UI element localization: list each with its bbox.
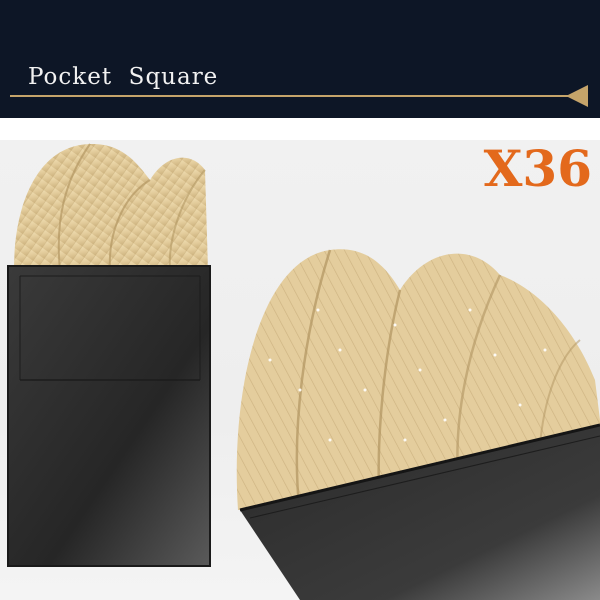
- product-page: Pocket Square X36: [0, 0, 600, 600]
- quantity-badge: X36: [483, 139, 592, 198]
- header-divider: [10, 95, 570, 97]
- left-pocket-square: [7, 143, 211, 567]
- product-photo: [0, 140, 600, 600]
- right-pocket-square: [236, 249, 600, 600]
- header-banner: Pocket Square: [0, 0, 600, 118]
- pocket-square-illustration: [7, 143, 600, 600]
- page-title: Pocket Square: [28, 64, 219, 90]
- left-triangle-icon: [566, 85, 588, 107]
